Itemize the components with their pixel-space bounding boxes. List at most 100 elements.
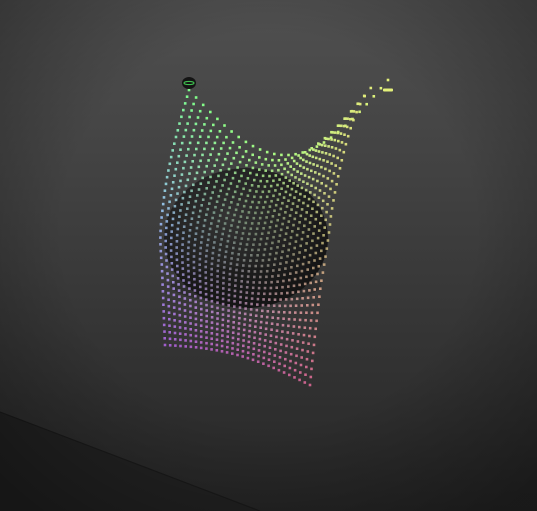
cloth-particle bbox=[237, 337, 240, 341]
cloth-particle bbox=[205, 331, 208, 334]
cloth-particle bbox=[262, 227, 265, 230]
cloth-particle bbox=[323, 226, 326, 229]
cloth-particle bbox=[266, 237, 269, 240]
cloth-particle bbox=[252, 347, 256, 351]
cloth-particle bbox=[317, 303, 320, 306]
cloth-particle bbox=[324, 152, 328, 155]
cloth-particle bbox=[327, 137, 330, 141]
cloth-particle bbox=[209, 129, 213, 133]
cloth-particle bbox=[379, 86, 383, 90]
cloth-particle bbox=[230, 162, 233, 165]
cloth-particle bbox=[321, 151, 324, 154]
cloth-particle bbox=[200, 313, 203, 316]
cloth-particle bbox=[276, 218, 279, 222]
3d-viewport[interactable] bbox=[0, 0, 537, 511]
cloth-particle bbox=[183, 309, 187, 312]
cloth-particle bbox=[258, 281, 261, 284]
cloth-particle bbox=[293, 217, 297, 221]
cloth-particle bbox=[162, 316, 166, 320]
cloth-particle bbox=[179, 209, 182, 212]
cloth-particle bbox=[265, 216, 268, 219]
cloth-particle bbox=[221, 302, 225, 306]
cloth-particle bbox=[205, 141, 208, 145]
cloth-particle bbox=[192, 102, 195, 106]
cloth-particle bbox=[198, 109, 202, 113]
cloth-particle bbox=[218, 248, 222, 252]
cloth-particle bbox=[215, 180, 218, 183]
cloth-particle bbox=[310, 311, 314, 315]
cloth-particle bbox=[292, 168, 296, 171]
cloth-particle bbox=[168, 162, 172, 166]
cloth-particle bbox=[280, 336, 284, 340]
cloth-particle bbox=[244, 182, 247, 185]
cloth-particle bbox=[255, 173, 258, 177]
cloth-particle bbox=[322, 159, 325, 162]
cloth-particle bbox=[280, 172, 284, 176]
cloth-particle bbox=[306, 204, 310, 208]
cloth-particle bbox=[285, 344, 288, 348]
cloth-particle bbox=[178, 301, 181, 305]
cloth-particle bbox=[188, 195, 192, 198]
cloth-particle bbox=[269, 340, 272, 343]
cloth-particle bbox=[166, 213, 169, 217]
cloth-particle bbox=[245, 286, 249, 289]
cloth-particle bbox=[265, 150, 269, 154]
cloth-particle bbox=[281, 285, 284, 289]
cloth-particle bbox=[187, 201, 190, 204]
cloth-particle bbox=[303, 381, 307, 384]
cloth-particle bbox=[259, 179, 262, 183]
cloth-particle bbox=[218, 214, 222, 217]
cloth-particle bbox=[184, 213, 188, 216]
cloth-particle bbox=[238, 247, 241, 251]
cloth-particle bbox=[211, 216, 214, 220]
cloth-particle bbox=[215, 135, 219, 139]
cloth-particle bbox=[308, 334, 311, 338]
cloth-particle bbox=[306, 304, 309, 307]
cloth-particle bbox=[194, 238, 197, 241]
cloth-particle bbox=[340, 141, 344, 144]
cloth-particle bbox=[182, 108, 185, 112]
cloth-particle bbox=[294, 304, 298, 307]
cloth-particle bbox=[294, 152, 297, 156]
cloth-particle bbox=[231, 195, 235, 199]
cloth-particle bbox=[221, 163, 225, 167]
cloth-particle bbox=[279, 207, 283, 211]
cloth-particle bbox=[247, 211, 251, 214]
cloth-particle bbox=[302, 180, 305, 183]
cloth-particle bbox=[307, 342, 310, 345]
cloth-particle bbox=[204, 265, 207, 269]
cloth-particle bbox=[231, 347, 234, 350]
cloth-particle bbox=[257, 201, 261, 204]
cloth-particle bbox=[312, 148, 315, 151]
right-pin-handle[interactable] bbox=[383, 88, 393, 92]
cloth-particle bbox=[194, 199, 198, 203]
cloth-particle bbox=[219, 147, 223, 150]
cloth-particle bbox=[273, 263, 276, 266]
cloth-particle bbox=[241, 210, 244, 213]
left-pin-handle[interactable] bbox=[182, 77, 196, 89]
cloth-particle bbox=[294, 271, 298, 274]
cloth-particle bbox=[325, 247, 329, 250]
cloth-particle bbox=[210, 348, 213, 351]
cloth-particle bbox=[306, 350, 310, 353]
cloth-particle bbox=[276, 280, 279, 283]
cloth-particle bbox=[170, 230, 173, 233]
cloth-particle bbox=[249, 227, 253, 230]
cloth-particle bbox=[243, 317, 247, 321]
cloth-particle bbox=[272, 366, 275, 370]
cloth-particle bbox=[232, 246, 235, 250]
cloth-particle bbox=[255, 206, 259, 209]
cloth-particle bbox=[177, 185, 181, 189]
cloth-particle bbox=[246, 275, 250, 278]
cloth-particle bbox=[280, 153, 283, 157]
cloth-particle bbox=[164, 182, 168, 186]
cloth-particle bbox=[302, 201, 305, 205]
cloth-particle bbox=[215, 327, 219, 331]
cloth-particle bbox=[295, 354, 298, 358]
cloth-particle bbox=[236, 203, 240, 206]
cloth-particle bbox=[306, 167, 309, 171]
cloth-particle bbox=[164, 246, 167, 249]
cloth-particle bbox=[190, 135, 194, 138]
cloth-particle bbox=[285, 337, 289, 341]
cloth-particle bbox=[313, 193, 316, 197]
